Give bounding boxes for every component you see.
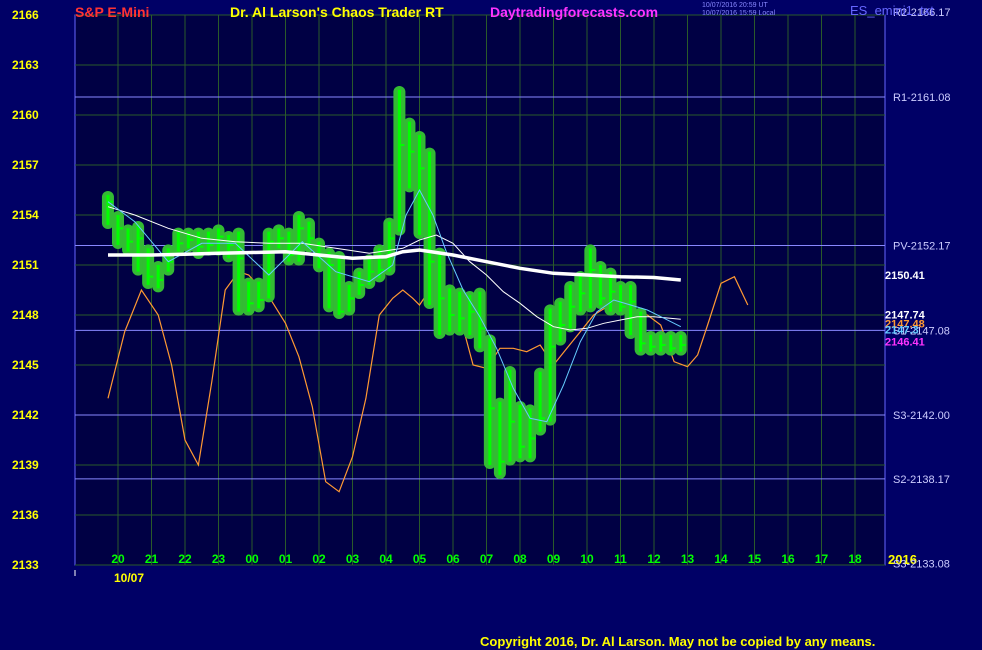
- pivot-label: S2-2138.17: [893, 474, 950, 486]
- x-hour-label: 09: [547, 552, 561, 566]
- chart-title: Dr. Al Larson's Chaos Trader RT: [230, 4, 444, 20]
- pivot-label: R1-2161.08: [893, 92, 951, 104]
- value-label: 2146.41: [885, 337, 925, 349]
- x-hour-label: 20: [111, 552, 125, 566]
- x-hour-label: 13: [681, 552, 695, 566]
- y-tick-label: 2157: [12, 158, 39, 172]
- pivot-labels: R2-2166.17R1-2161.08PV-2152.17S1-2147.08…: [893, 7, 951, 571]
- x-hour-label: 06: [446, 552, 460, 566]
- x-hour-label: 17: [815, 552, 829, 566]
- y-tick-label: 2160: [12, 108, 39, 122]
- y-tick-label: 2154: [12, 208, 39, 222]
- y-tick-label: 2148: [12, 308, 39, 322]
- x-hour-label: 02: [312, 552, 326, 566]
- pivot-label: S3-2133.08: [893, 559, 950, 571]
- y-axis: 2166 2163 2160 2157 2154 2151 2148 2145 2142 2139…: [12, 8, 39, 572]
- copyright-notice: Copyright 2016, Dr. Al Larson. May not b…: [480, 634, 876, 649]
- website-link[interactable]: Daytradingforecasts.com: [490, 4, 658, 20]
- y-tick-label: 2133: [12, 558, 39, 572]
- x-hour-label: 07: [480, 552, 494, 566]
- y-tick-label: 2136: [12, 508, 39, 522]
- symbol-title: S&P E-Mini: [75, 4, 150, 20]
- x-hour-label: 00: [245, 552, 259, 566]
- y-tick-label: 2142: [12, 408, 39, 422]
- x-hour-label: 08: [513, 552, 527, 566]
- pivot-label: PV-2152.17: [893, 241, 951, 253]
- y-tick-label: 2163: [12, 58, 39, 72]
- x-hour-label: 05: [413, 552, 427, 566]
- x-hour-label: 18: [848, 552, 862, 566]
- chart-plot: 2166 2163 2160 2157 2154 2151 2148 2145 2142 2139…: [12, 7, 951, 585]
- x-hour-label: 14: [714, 552, 728, 566]
- x-date-label: 10/07: [114, 571, 144, 585]
- x-hour-label: 10: [580, 552, 594, 566]
- y-tick-label: 2145: [12, 358, 39, 372]
- x-hour-label: 16: [781, 552, 795, 566]
- x-hour-label: 21: [145, 552, 159, 566]
- y-tick-label: 2166: [12, 8, 39, 22]
- value-label: 2147.3: [885, 325, 919, 337]
- value-labels: 2150.412147.742147.482147.32146.41: [885, 270, 926, 349]
- value-label: 2150.41: [885, 270, 925, 282]
- x-hour-label: 15: [748, 552, 762, 566]
- x-hour-label: 01: [279, 552, 293, 566]
- y-tick-label: 2151: [12, 258, 39, 272]
- chart-file-name: ES_emini1..txt: [850, 3, 934, 18]
- x-hour-label: 23: [212, 552, 226, 566]
- y-tick-label: 2139: [12, 458, 39, 472]
- timestamp-local: 10/07/2016 15:59 Local: [702, 10, 776, 17]
- x-hour-label: 12: [647, 552, 661, 566]
- timestamp-ut: 10/07/2016 20:59 UT: [702, 2, 768, 9]
- x-hour-label: 22: [178, 552, 192, 566]
- pivot-label: S3-2142.00: [893, 410, 950, 422]
- x-hour-label: 03: [346, 552, 360, 566]
- x-hour-label: 11: [614, 552, 627, 566]
- x-hour-label: 04: [379, 552, 393, 566]
